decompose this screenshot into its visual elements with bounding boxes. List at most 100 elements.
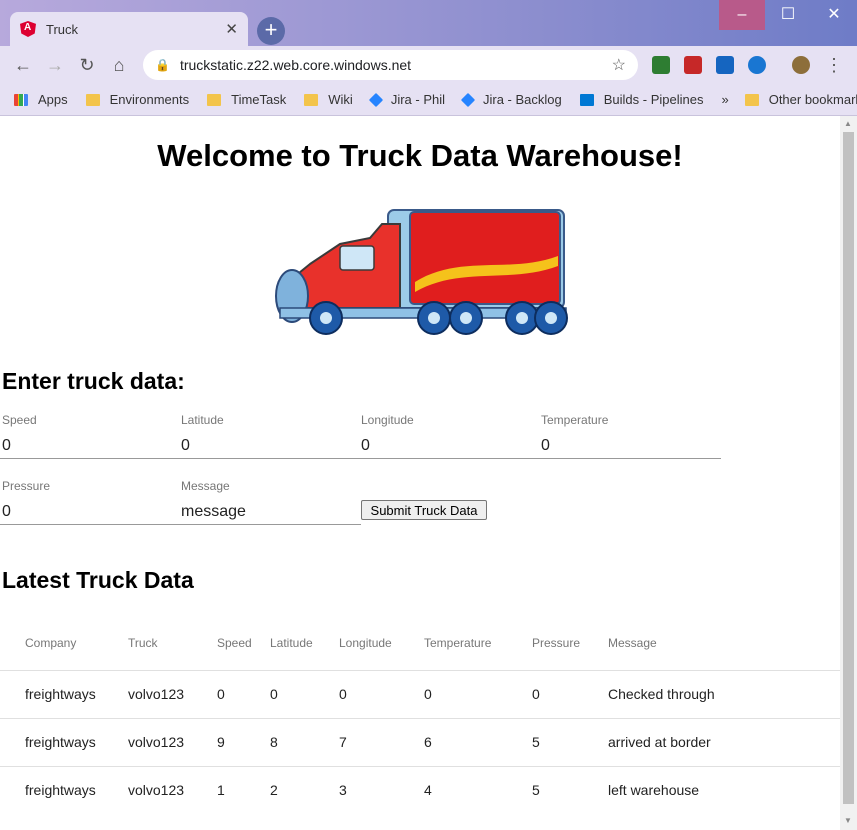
window-close-button[interactable]: ✕ — [811, 0, 857, 30]
extension-lastpass-icon[interactable] — [684, 56, 702, 74]
browser-chrome: Truck ✕ + – ☐ ✕ ← → ↻ ⌂ 🔒 truckstatic.z2… — [0, 0, 857, 116]
scrollbar-thumb[interactable] — [843, 132, 854, 804]
speed-cell: 1 — [217, 765, 270, 814]
column-header: Pressure — [532, 635, 581, 650]
bookmark-environments[interactable]: Environments — [85, 92, 189, 107]
folder-icon — [85, 93, 100, 106]
message-cell: left warehouse — [608, 765, 840, 814]
column-header: Truck — [128, 635, 158, 650]
bookmark-builds-pipelines[interactable]: Builds - Pipelines — [579, 92, 703, 107]
extension-trello-icon[interactable] — [716, 56, 734, 74]
lock-icon: 🔒 — [155, 58, 170, 72]
bookmark-jira-phil[interactable]: Jira - Phil — [368, 92, 445, 107]
truck-data-table: Company Truck Speed Latitude Longitude T… — [0, 616, 840, 814]
message-input[interactable] — [181, 501, 351, 523]
message-cell: Checked through — [608, 669, 840, 718]
table-header-row: Company Truck Speed Latitude Longitude T… — [0, 616, 840, 670]
latitude-cell: 2 — [270, 765, 339, 814]
pressure-field: Pressure — [2, 479, 182, 523]
message-field: Message — [181, 479, 361, 523]
temperature-cell: 4 — [424, 765, 532, 814]
table-row: freightways volvo123 1 2 3 4 5 left ware… — [0, 765, 840, 814]
reload-icon[interactable]: ↻ — [76, 54, 98, 76]
column-header: Longitude — [339, 635, 392, 650]
tab-strip: Truck ✕ + – ☐ ✕ — [0, 0, 857, 46]
speed-field: Speed — [2, 413, 182, 457]
bookmark-jira-backlog[interactable]: Jira - Backlog — [460, 92, 562, 107]
star-icon[interactable]: ☆ — [612, 55, 626, 75]
angular-icon — [20, 21, 36, 37]
pressure-cell: 5 — [532, 717, 608, 766]
profile-avatar[interactable] — [792, 56, 810, 74]
bookmark-timetask[interactable]: TimeTask — [207, 92, 286, 107]
azure-devops-icon — [579, 93, 594, 106]
menu-icon[interactable]: ⋮ — [823, 54, 845, 76]
longitude-field: Longitude — [361, 413, 541, 457]
scroll-down-icon[interactable]: ▼ — [844, 816, 852, 825]
temperature-cell: 6 — [424, 717, 532, 766]
page-content: Welcome to Truck Data Warehouse! Enter t… — [0, 116, 840, 830]
temperature-input[interactable] — [541, 435, 711, 457]
address-bar[interactable]: 🔒 truckstatic.z22.web.core.windows.net ☆ — [143, 50, 638, 80]
pressure-input[interactable] — [2, 501, 172, 523]
jira-icon — [460, 92, 476, 107]
temperature-field: Temperature — [541, 413, 721, 457]
latitude-cell: 0 — [270, 669, 339, 718]
speed-cell: 0 — [217, 669, 270, 718]
table-heading: Latest Truck Data — [2, 567, 194, 593]
latitude-label: Latitude — [181, 413, 224, 427]
company-cell: freightways — [0, 765, 128, 814]
longitude-label: Longitude — [361, 413, 414, 427]
vertical-scrollbar[interactable]: ▲ ▼ — [840, 116, 857, 830]
truck-cell: volvo123 — [128, 669, 217, 718]
maximize-button[interactable]: ☐ — [765, 0, 811, 30]
column-header: Message — [608, 635, 657, 650]
pressure-cell: 5 — [532, 765, 608, 814]
column-header: Speed — [217, 635, 252, 650]
row2-underline — [0, 524, 361, 525]
submit-truck-data-button[interactable]: Submit Truck Data — [361, 500, 487, 520]
tab-title: Truck — [46, 21, 79, 37]
bookmark-apps[interactable]: Apps — [14, 92, 68, 107]
latitude-field: Latitude — [181, 413, 361, 457]
url-text[interactable]: truckstatic.z22.web.core.windows.net — [180, 57, 612, 73]
apps-icon — [14, 93, 28, 106]
pressure-cell: 0 — [532, 669, 608, 718]
longitude-cell: 0 — [339, 669, 424, 718]
extension-json-icon[interactable] — [652, 56, 670, 74]
browser-tab[interactable]: Truck ✕ — [10, 12, 248, 46]
minimize-button[interactable]: – — [719, 0, 765, 30]
column-header: Latitude — [270, 635, 313, 650]
forward-icon[interactable]: → — [44, 54, 66, 76]
scroll-up-icon[interactable]: ▲ — [844, 119, 852, 128]
extension-eye-icon[interactable] — [748, 56, 766, 74]
table-row: freightways volvo123 0 0 0 0 0 Checked t… — [0, 669, 840, 718]
longitude-cell: 3 — [339, 765, 424, 814]
table-row: freightways volvo123 9 8 7 6 5 arrived a… — [0, 717, 840, 766]
new-tab-button[interactable]: + — [257, 17, 285, 45]
latitude-cell: 8 — [270, 717, 339, 766]
folder-icon — [304, 93, 319, 106]
truck-cell: volvo123 — [128, 765, 217, 814]
bookmark-other[interactable]: Other bookmarks — [744, 92, 857, 107]
jira-icon — [368, 92, 383, 107]
browser-toolbar: ← → ↻ ⌂ 🔒 truckstatic.z22.web.core.windo… — [0, 46, 857, 84]
close-icon[interactable]: ✕ — [225, 20, 238, 38]
temperature-label: Temperature — [541, 413, 609, 427]
pressure-label: Pressure — [2, 479, 51, 493]
home-icon[interactable]: ⌂ — [108, 54, 130, 76]
truck-image — [275, 209, 568, 335]
truck-cell: volvo123 — [128, 717, 217, 766]
bookmarks-overflow[interactable]: » — [721, 92, 728, 107]
bookmark-wiki[interactable]: Wiki — [304, 92, 353, 107]
longitude-input[interactable] — [361, 435, 531, 457]
message-label: Message — [181, 479, 230, 493]
speed-input[interactable] — [2, 435, 172, 457]
folder-icon — [744, 93, 759, 106]
column-header: Temperature — [424, 635, 492, 650]
latitude-input[interactable] — [181, 435, 351, 457]
form-heading: Enter truck data: — [2, 368, 185, 394]
back-icon[interactable]: ← — [12, 54, 34, 76]
longitude-cell: 7 — [339, 717, 424, 766]
speed-label: Speed — [2, 413, 37, 427]
